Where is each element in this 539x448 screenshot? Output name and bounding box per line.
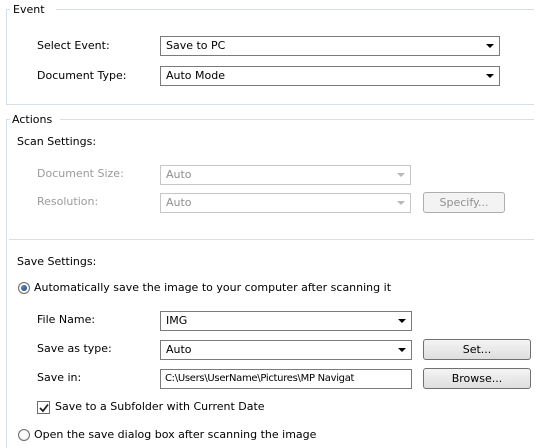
browse-button[interactable]: Browse... [423, 368, 531, 389]
open-dialog-radio-label[interactable]: Open the save dialog box after scanning … [34, 428, 316, 442]
chevron-down-icon [398, 319, 406, 323]
document-size-combo[interactable]: Auto [160, 165, 411, 185]
document-type-combo[interactable]: Auto Mode [160, 66, 500, 86]
document-type-value: Auto Mode [166, 69, 226, 82]
chevron-down-icon [398, 348, 406, 352]
open-dialog-radio[interactable] [18, 429, 30, 441]
select-event-combo[interactable]: Save to PC [160, 36, 500, 56]
auto-save-radio[interactable] [18, 282, 30, 294]
save-as-type-value: Auto [166, 343, 192, 356]
chevron-down-icon [486, 74, 494, 78]
chevron-down-icon [486, 44, 494, 48]
select-event-label: Select Event: [37, 39, 110, 52]
file-name-value: IMG [166, 314, 188, 327]
checkmark-icon [39, 403, 49, 413]
save-settings-heading: Save Settings: [17, 255, 97, 268]
subfolder-checkbox-label[interactable]: Save to a Subfolder with Current Date [55, 400, 265, 414]
save-in-field[interactable]: C:\Users\UserName\Pictures\MP Navigat [160, 369, 412, 389]
chevron-down-icon [397, 201, 405, 205]
radio-selected-dot [21, 285, 27, 291]
select-event-value: Save to PC [166, 39, 226, 52]
document-size-value: Auto [166, 168, 192, 181]
section-separator [9, 239, 534, 240]
resolution-label: Resolution: [37, 195, 99, 208]
specify-button[interactable]: Specify... [423, 192, 505, 213]
resolution-value: Auto [166, 196, 192, 209]
save-as-type-label: Save as type: [37, 342, 112, 355]
actions-group-label: Actions [12, 113, 53, 126]
file-name-combo[interactable]: IMG [160, 311, 412, 331]
document-size-label: Document Size: [37, 167, 124, 180]
save-in-label: Save in: [37, 371, 82, 384]
actions-group-border-top-right [60, 119, 534, 120]
event-group-border-top-right [56, 9, 534, 10]
file-name-label: File Name: [37, 313, 96, 326]
auto-save-radio-label[interactable]: Automatically save the image to your com… [34, 281, 391, 295]
actions-group-border-left [6, 119, 7, 448]
set-button[interactable]: Set... [423, 339, 531, 360]
scan-settings-heading: Scan Settings: [17, 135, 97, 148]
event-group-border-left [6, 9, 7, 104]
resolution-combo[interactable]: Auto [160, 193, 411, 213]
event-group-label: Event [13, 3, 45, 16]
subfolder-checkbox[interactable] [37, 401, 50, 414]
event-group-border-bottom [6, 104, 534, 105]
save-in-value: C:\Users\UserName\Pictures\MP Navigat [165, 373, 355, 384]
chevron-down-icon [397, 173, 405, 177]
save-as-type-combo[interactable]: Auto [160, 340, 412, 360]
document-type-label: Document Type: [37, 69, 127, 82]
